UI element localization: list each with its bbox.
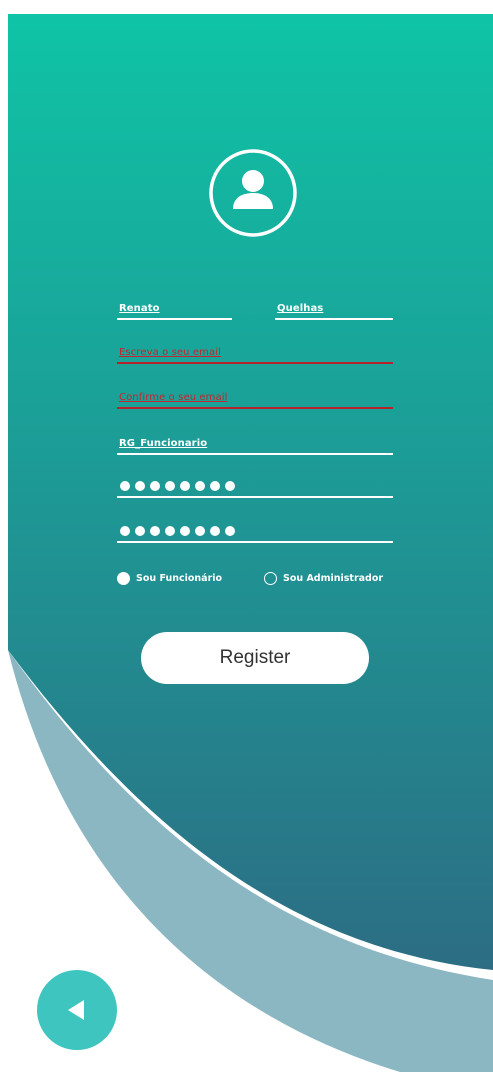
role-admin-label: Sou Administrador — [283, 572, 384, 584]
password-field[interactable] — [117, 476, 393, 498]
first-name-value: Renato — [119, 303, 160, 314]
email-field[interactable]: Escreva o seu email — [117, 342, 393, 364]
confirm-email-underline — [117, 407, 393, 409]
last-name-underline — [275, 318, 393, 320]
email-placeholder: Escreva o seu email — [119, 347, 221, 358]
employee-id-field[interactable]: RG_Funcionario — [117, 433, 393, 455]
password-mask — [120, 481, 235, 491]
first-name-field[interactable]: Renato — [117, 298, 232, 320]
last-name-value: Quelhas — [277, 303, 324, 314]
confirm-email-placeholder: Confirme o seu email — [119, 392, 228, 403]
confirm-password-field[interactable] — [117, 521, 393, 543]
password-underline — [117, 496, 393, 498]
confirm-password-mask — [120, 526, 235, 536]
last-name-field[interactable]: Quelhas — [275, 298, 393, 320]
user-avatar-icon — [209, 149, 297, 237]
register-button[interactable]: Register — [141, 632, 369, 684]
first-name-underline — [117, 318, 232, 320]
employee-id-value: RG_Funcionario — [119, 438, 208, 449]
employee-id-underline — [117, 453, 393, 455]
role-radio-admin[interactable]: Sou Administrador — [264, 570, 383, 586]
email-underline — [117, 362, 393, 364]
back-button[interactable] — [37, 970, 117, 1050]
role-radio-employee[interactable]: Sou Funcionário — [117, 570, 222, 586]
radio-selected-icon — [117, 571, 130, 585]
register-screen: Renato Quelhas Escreva o seu email Confi… — [0, 0, 493, 1072]
radio-unselected-icon — [264, 571, 277, 585]
confirm-email-field[interactable]: Confirme o seu email — [117, 387, 393, 409]
triangle-left-icon — [68, 1000, 84, 1020]
role-employee-label: Sou Funcionário — [136, 572, 223, 584]
confirm-password-underline — [117, 541, 393, 543]
